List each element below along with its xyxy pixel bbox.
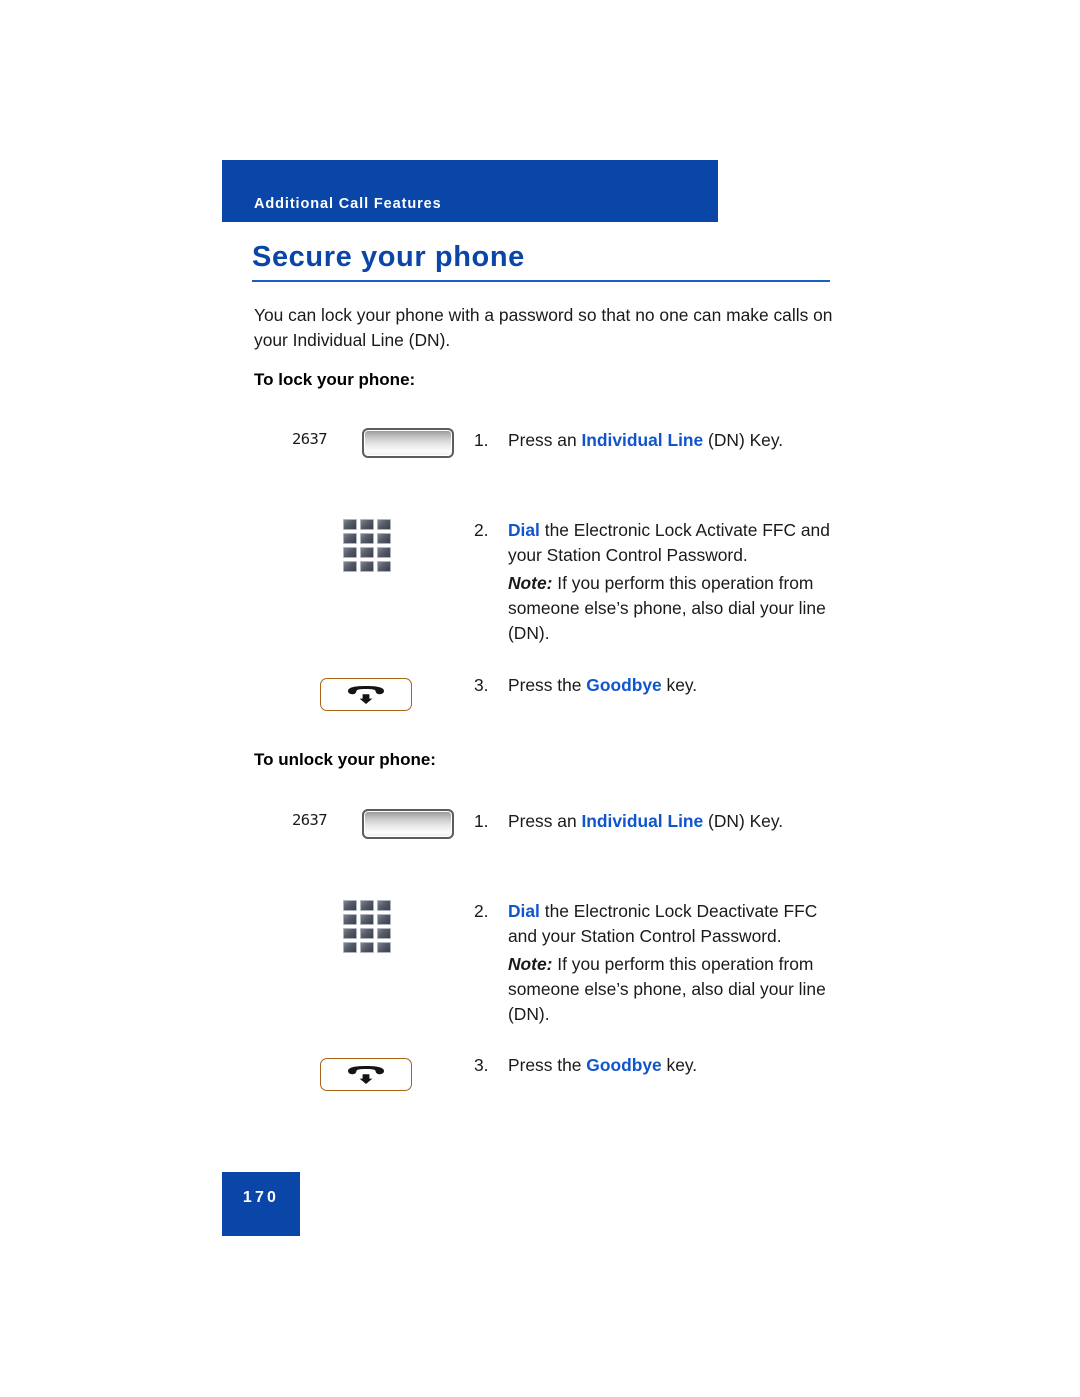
dialpad-key [343,547,357,558]
dialpad-key [377,928,391,939]
step-number: 3. [474,1055,489,1075]
dialpad-key [377,533,391,544]
dialpad-key [343,561,357,572]
step-note: Note: If you perform this operation from… [508,571,838,646]
dialpad-key [377,547,391,558]
dialpad-key [343,519,357,530]
note-body: If you perform this operation from someo… [508,954,826,1024]
step-number: 2. [474,901,489,921]
line-key-icon[interactable] [362,809,454,839]
dialpad-key [343,942,357,953]
keyword-individual-line: Individual Line [581,811,704,831]
step-text: Dial the Electronic Lock Activate FFC an… [508,518,838,568]
dialpad-key [360,547,374,558]
intro-paragraph: You can lock your phone with a password … [254,305,833,350]
section-heading-lock: To lock your phone: [254,370,416,389]
step-number: 2. [474,520,489,540]
step-text-after: (DN) Key. [703,811,784,831]
dialpad-key [343,914,357,925]
step-text-after: the Electronic Lock Deactivate FFC and y… [508,901,818,946]
page-title: Secure your phone [252,241,525,273]
running-header-label: Additional Call Features [254,196,442,212]
keyword-individual-line: Individual Line [581,430,704,450]
title-divider [252,280,830,282]
note-label: Note: [508,954,553,974]
step-text: Press an Individual Line (DN) Key. [508,428,838,453]
step-text: Dial the Electronic Lock Deactivate FFC … [508,899,838,949]
line-key-icon[interactable] [362,428,454,458]
dialpad-icon[interactable] [343,519,391,572]
step-text-before: Press an [508,811,582,831]
keyword-dial: Dial [508,520,540,540]
step-number: 1. [474,811,489,831]
step-text-before: Press an [508,430,582,450]
step-number: 1. [474,430,489,450]
step-text-after: the Electronic Lock Activate FFC and you… [508,520,830,565]
note-body: If you perform this operation from someo… [508,573,826,643]
dialpad-key [360,928,374,939]
dialpad-key [360,533,374,544]
dn-label-unlock-step1: 2637 [292,811,328,829]
dialpad-key [377,561,391,572]
step-text: Press the Goodbye key. [508,1053,838,1078]
dialpad-key [377,519,391,530]
section-heading-unlock: To unlock your phone: [254,750,436,769]
dn-label-lock-step1: 2637 [292,430,328,448]
dialpad-key [343,900,357,911]
dialpad-icon[interactable] [343,900,391,953]
keyword-goodbye: Goodbye [586,1055,662,1075]
goodbye-key-icon[interactable] [320,678,412,711]
dialpad-key [377,942,391,953]
page-number: 170 [242,1189,280,1206]
step-text-after: (DN) Key. [703,430,784,450]
step-note: Note: If you perform this operation from… [508,952,838,1027]
dialpad-key [377,900,391,911]
step-text-before: Press the [508,1055,587,1075]
step-text-before: Press the [508,675,587,695]
note-label: Note: [508,573,553,593]
dialpad-key [343,928,357,939]
dialpad-key [343,533,357,544]
step-text-after: key. [661,675,698,695]
handset-down-glyph [348,1065,384,1084]
dialpad-key [377,914,391,925]
keyword-dial: Dial [508,901,540,921]
dialpad-key [360,519,374,530]
dialpad-key [360,914,374,925]
step-number: 3. [474,675,489,695]
handset-down-glyph [348,685,384,704]
dialpad-key [360,942,374,953]
keyword-goodbye: Goodbye [586,675,662,695]
goodbye-key-icon[interactable] [320,1058,412,1091]
dialpad-key [360,561,374,572]
page-number-box: 170 [222,1172,300,1236]
step-text-after: key. [661,1055,698,1075]
step-text: Press an Individual Line (DN) Key. [508,809,838,834]
running-header-bar: Additional Call Features [222,160,718,222]
step-text: Press the Goodbye key. [508,673,838,698]
dialpad-key [360,900,374,911]
